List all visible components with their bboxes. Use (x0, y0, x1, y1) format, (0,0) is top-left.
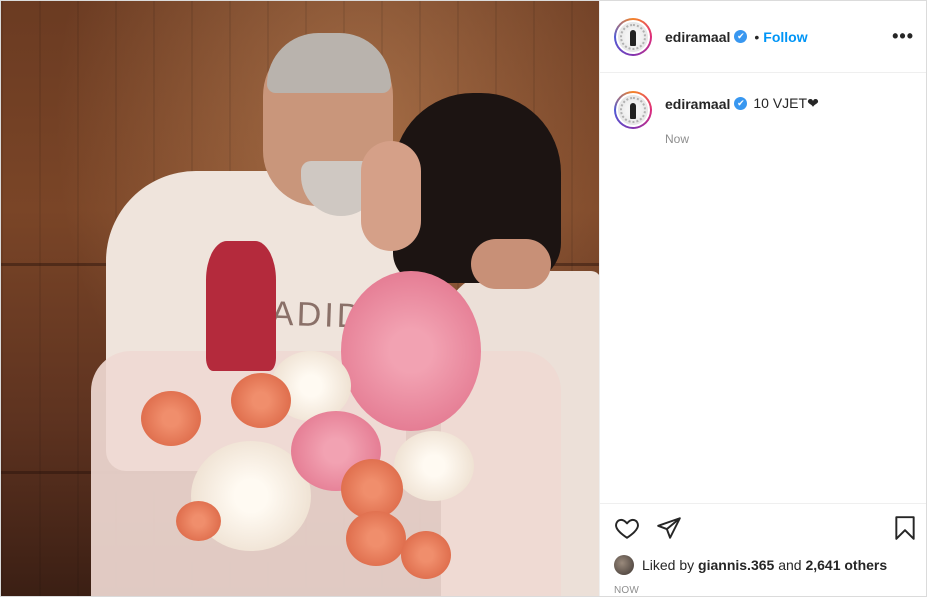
likes-prefix: Liked by (642, 557, 695, 573)
separator-dot: • (754, 28, 760, 45)
liker-avatar[interactable] (614, 555, 634, 575)
caption-time[interactable]: Now (665, 132, 819, 146)
orange-rose (401, 531, 451, 579)
pink-flower-cluster (341, 271, 481, 431)
orange-rose (231, 373, 291, 428)
avatar-border (616, 93, 650, 127)
caption-body: ediramaal ✔ 10 VJET❤ Now (665, 91, 819, 146)
avatar-image (618, 95, 648, 125)
username-link[interactable]: ediramaal (665, 29, 730, 45)
likes-middle: and (778, 557, 802, 573)
orange-rose (341, 459, 403, 519)
caption-username-link[interactable]: ediramaal (665, 96, 730, 112)
action-bar (600, 503, 926, 551)
post-sidebar: ediramaal ✔ • Follow ••• ediramaal ✔ 10 … (599, 1, 926, 596)
post-date[interactable]: NOW (600, 579, 926, 596)
likes-summary: Liked by giannis.365 and 2,641 others (600, 551, 926, 579)
liker-username-link[interactable]: giannis.365 (698, 557, 774, 573)
heart-icon[interactable] (614, 515, 640, 541)
comments-section: ediramaal ✔ 10 VJET❤ Now (600, 73, 926, 503)
avatar[interactable] (614, 91, 652, 129)
avatar-border (616, 19, 650, 54)
avatar-image (618, 21, 648, 52)
caption-text: 10 VJET❤ (753, 95, 819, 111)
caption-row: ediramaal ✔ 10 VJET❤ Now (614, 91, 912, 146)
more-options-icon[interactable]: ••• (892, 26, 914, 47)
post-header: ediramaal ✔ • Follow ••• (600, 1, 926, 73)
orange-rose (141, 391, 201, 446)
bookmark-icon[interactable] (892, 515, 918, 541)
woman-hand (471, 239, 551, 289)
orange-rose (346, 511, 406, 566)
verified-badge-icon: ✔ (734, 30, 748, 43)
follow-button[interactable]: Follow (763, 29, 807, 45)
avatar[interactable] (614, 17, 652, 56)
orange-rose (176, 501, 221, 541)
post-photo[interactable]: ADIDAS (1, 1, 599, 596)
paper-plane-icon[interactable] (656, 515, 682, 541)
likes-count-link[interactable]: 2,641 others (805, 557, 887, 573)
white-rose (394, 431, 474, 501)
instagram-post: ADIDAS ediramaal ✔ • Follow ••• ediramaa… (0, 0, 927, 597)
caption-line: ediramaal ✔ 10 VJET❤ (665, 95, 819, 112)
red-grass-flower (206, 241, 276, 371)
verified-badge-icon: ✔ (734, 97, 748, 110)
woman-face (361, 141, 421, 251)
